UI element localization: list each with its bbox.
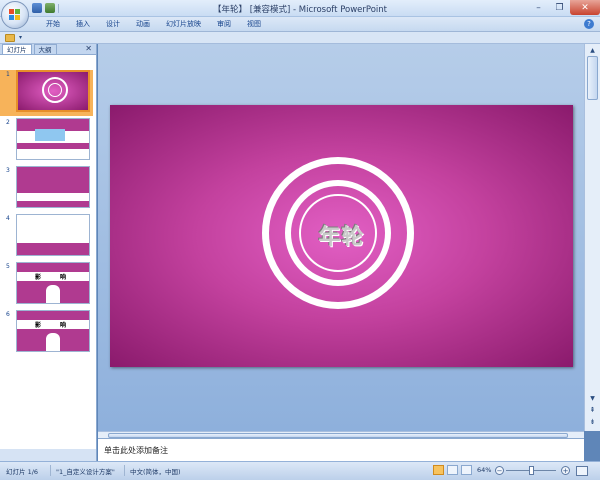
preview-band bbox=[17, 215, 89, 243]
status-bar: 幻灯片 1/6 "1_自定义设计方案" 中文(简体，中国) 64% − + bbox=[0, 461, 600, 480]
notes-placeholder[interactable]: 单击此处添加备注 bbox=[104, 445, 168, 456]
office-button-icon bbox=[9, 9, 21, 21]
scroll-down-button[interactable]: ▼ bbox=[587, 394, 598, 403]
status-divider bbox=[124, 465, 125, 476]
language-indicator[interactable]: 中文(简体，中国) bbox=[130, 466, 181, 476]
preview-figure bbox=[35, 129, 65, 141]
slide-thumbnail-6[interactable]: 6 影 响 bbox=[0, 310, 93, 356]
scroll-up-button[interactable]: ▲ bbox=[587, 46, 598, 55]
minimize-button[interactable]: – bbox=[528, 0, 549, 15]
window-controls: – ❐ ✕ bbox=[528, 0, 600, 15]
tab-slides[interactable]: 幻灯片 bbox=[2, 44, 32, 54]
slide-count: 幻灯片 1/6 bbox=[6, 468, 39, 476]
title-bar: 【年轮】 [兼容模式] - Microsoft PowerPoint – ❐ ✕ bbox=[0, 0, 600, 17]
tab-animations[interactable]: 动画 bbox=[128, 19, 158, 30]
slide-thumbnail-1[interactable]: 1 bbox=[0, 70, 93, 116]
normal-view-button[interactable] bbox=[433, 465, 444, 475]
thumbnail-list: 1 2 3 4 5 影 响 6 影 响 bbox=[0, 55, 96, 449]
vertical-scrollbar[interactable]: ▲ ▼ ⇞ ⇟ bbox=[584, 44, 600, 431]
preview-label: 响 bbox=[60, 274, 67, 281]
slide-preview bbox=[16, 214, 90, 256]
close-icon[interactable]: ✕ bbox=[85, 44, 92, 54]
fit-window-icon[interactable] bbox=[576, 466, 588, 476]
preview-figure bbox=[46, 285, 60, 303]
slide-preview: 影 响 bbox=[16, 310, 90, 352]
current-slide[interactable]: 年轮 bbox=[110, 105, 573, 367]
slide-thumbnail-2[interactable]: 2 bbox=[0, 118, 93, 164]
slide-title[interactable]: 年轮 bbox=[110, 219, 573, 251]
office-button[interactable] bbox=[1, 1, 29, 29]
slide-thumbnail-4[interactable]: 4 bbox=[0, 214, 93, 260]
zoom-slider-knob[interactable] bbox=[529, 466, 534, 475]
preview-band bbox=[17, 143, 89, 149]
slide-number: 5 bbox=[6, 263, 10, 270]
zoom-level[interactable]: 64% bbox=[477, 466, 491, 474]
slide-preview bbox=[16, 70, 90, 112]
slide-number: 3 bbox=[6, 167, 10, 174]
next-slide-button[interactable]: ⇟ bbox=[587, 417, 598, 427]
slide-number: 4 bbox=[6, 215, 10, 222]
tab-home[interactable]: 开始 bbox=[38, 19, 68, 30]
tab-slideshow[interactable]: 幻灯片放映 bbox=[158, 19, 209, 30]
preview-band bbox=[17, 272, 89, 281]
zoom-in-button[interactable]: + bbox=[561, 466, 570, 475]
help-icon[interactable]: ? bbox=[584, 19, 594, 29]
zoom-out-button[interactable]: − bbox=[495, 466, 504, 475]
theme-name: "1_自定义设计方案" bbox=[56, 468, 115, 476]
qat-customize-icon[interactable]: ▾ bbox=[19, 34, 22, 41]
slide-sorter-button[interactable] bbox=[447, 465, 458, 475]
panel-tabs: 幻灯片 大纲 ✕ bbox=[0, 44, 96, 55]
status-divider bbox=[50, 465, 51, 476]
tab-review[interactable]: 审阅 bbox=[209, 19, 239, 30]
tab-insert[interactable]: 插入 bbox=[68, 19, 98, 30]
preview-label: 影 bbox=[35, 274, 42, 281]
slide-number: 1 bbox=[6, 71, 10, 78]
window-title: 【年轮】 [兼容模式] - Microsoft PowerPoint bbox=[213, 5, 387, 15]
slide-editor: 年轮 bbox=[98, 44, 584, 431]
tab-view[interactable]: 视图 bbox=[239, 19, 269, 30]
slide-preview bbox=[16, 118, 90, 160]
folder-icon[interactable] bbox=[5, 34, 15, 42]
preview-band bbox=[17, 243, 89, 255]
previous-slide-button[interactable]: ⇞ bbox=[587, 405, 598, 415]
scroll-thumb[interactable] bbox=[587, 56, 598, 100]
preview-band bbox=[17, 320, 89, 329]
notes-pane[interactable]: 单击此处添加备注 bbox=[98, 438, 584, 461]
toolbar-row: ▾ bbox=[0, 32, 600, 44]
horizontal-scrollbar[interactable] bbox=[98, 431, 584, 438]
restore-button[interactable]: ❐ bbox=[549, 0, 570, 15]
preview-ring bbox=[48, 83, 62, 97]
preview-figure bbox=[46, 333, 60, 351]
tab-outline[interactable]: 大纲 bbox=[33, 44, 57, 54]
slides-panel: 幻灯片 大纲 ✕ 1 2 3 4 5 影 响 6 影 响 bbox=[0, 44, 97, 461]
close-button[interactable]: ✕ bbox=[570, 0, 600, 15]
ribbon: 开始 插入 设计 动画 幻灯片放映 审阅 视图 ? bbox=[0, 17, 600, 32]
preview-band bbox=[17, 201, 89, 207]
preview-label: 影 bbox=[35, 322, 42, 329]
ribbon-tabs: 开始 插入 设计 动画 幻灯片放映 审阅 视图 bbox=[38, 19, 269, 30]
preview-label: 响 bbox=[60, 322, 67, 329]
slide-preview bbox=[16, 166, 90, 208]
preview-band bbox=[17, 167, 89, 193]
slide-preview: 影 响 bbox=[16, 262, 90, 304]
slide-number: 2 bbox=[6, 119, 10, 126]
tab-design[interactable]: 设计 bbox=[98, 19, 128, 30]
slide-thumbnail-3[interactable]: 3 bbox=[0, 166, 93, 212]
slide-number: 6 bbox=[6, 311, 10, 318]
slideshow-view-button[interactable] bbox=[461, 465, 472, 475]
slide-thumbnail-5[interactable]: 5 影 响 bbox=[0, 262, 93, 308]
